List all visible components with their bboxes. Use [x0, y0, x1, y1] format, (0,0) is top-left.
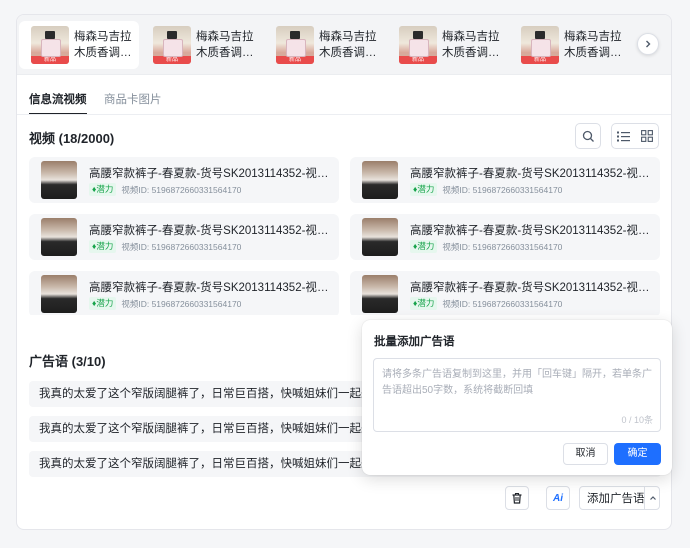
product-thumbnail: 新品 [521, 26, 559, 64]
video-thumbnail [41, 218, 77, 256]
trash-icon [512, 492, 522, 504]
product-tag: 新品 [399, 56, 437, 64]
product-name: 梅森马吉拉 木质香调… [74, 31, 132, 59]
ai-generate-button[interactable]: Ai [546, 486, 570, 510]
video-card[interactable]: 高腰窄款裤子-春夏款-货号SK2013114352-视频1-女装 ♦潜力视频ID… [29, 214, 339, 260]
search-button[interactable] [575, 123, 601, 149]
product-tag: 新品 [276, 56, 314, 64]
product-thumbnail: 新品 [153, 26, 191, 64]
chevron-right-icon [646, 40, 651, 48]
product-tag: 新品 [31, 56, 69, 64]
tabs-divider [17, 114, 671, 115]
add-ad-copy-button[interactable]: 添加广告语 [579, 486, 660, 510]
video-id: 视频ID: 5196872660331564170 [442, 241, 563, 252]
video-title: 高腰窄款裤子-春夏款-货号SK2013114352-视频1-女装 [410, 282, 654, 294]
ai-icon: Ai [553, 492, 563, 504]
tab-product-card-image[interactable]: 商品卡图片 [104, 91, 162, 107]
video-title: 高腰窄款裤子-春夏款-货号SK2013114352-视频1-女装 [410, 168, 654, 180]
product-item[interactable]: 新品 梅森马吉拉 木质香调… [141, 21, 261, 69]
confirm-button[interactable]: 确定 [614, 443, 661, 465]
product-name: 梅森马吉拉 木质香调… [319, 31, 377, 59]
batch-ad-copy-placeholder: 请将多条广告语复制到这里，并用「回车键」隔开，若单条广告语超出50字数，系统将截… [382, 369, 652, 396]
product-strip: 新品 梅森马吉拉 木质香调… 新品 梅森马吉拉 木质香调… 新品 梅森马吉拉 木质香调… [17, 15, 671, 75]
video-card[interactable]: 高腰窄款裤子-春夏款-货号SK2013114352-视频1-女装 ♦潜力视频ID… [350, 157, 660, 203]
char-counter: 0 / 10条 [621, 415, 653, 425]
video-title: 高腰窄款裤子-春夏款-货号SK2013114352-视频1-女装 [89, 282, 333, 294]
product-thumbnail: 新品 [31, 26, 69, 64]
potential-badge: ♦潜力 [89, 240, 117, 253]
product-name: 梅森马吉拉 木质香调… [442, 31, 500, 59]
video-title: 高腰窄款裤子-春夏款-货号SK2013114352-视频1-女装 [410, 225, 654, 237]
product-name: 梅森马吉拉 木质香调… [564, 31, 622, 59]
video-id: 视频ID: 5196872660331564170 [442, 184, 563, 195]
chevron-up-icon [649, 496, 656, 500]
search-icon [582, 130, 594, 142]
video-thumbnail [362, 161, 398, 199]
grid-view-button[interactable] [635, 124, 658, 148]
popover-title: 批量添加广告语 [374, 336, 455, 348]
product-thumbnail: 新品 [276, 26, 314, 64]
video-title: 高腰窄款裤子-春夏款-货号SK2013114352-视频1-女装 [89, 168, 333, 180]
product-name: 梅森马吉拉 木质香调… [196, 31, 254, 59]
videos-section-title: 视频 (18/2000) [29, 131, 115, 146]
video-id: 视频ID: 5196872660331564170 [121, 184, 242, 195]
cancel-button[interactable]: 取消 [563, 443, 608, 465]
product-item[interactable]: 新品 梅森马吉拉 木质香调… [509, 21, 629, 69]
video-thumbnail [362, 275, 398, 313]
add-ad-copy-dropdown[interactable] [644, 487, 660, 509]
video-thumbnail [362, 218, 398, 256]
add-ad-copy-label: 添加广告语 [587, 493, 645, 505]
product-item[interactable]: 新品 梅森马吉拉 木质香调… [387, 21, 507, 69]
video-title: 高腰窄款裤子-春夏款-货号SK2013114352-视频1-女装 [89, 225, 333, 237]
next-products-button[interactable] [637, 33, 659, 55]
video-card[interactable]: 高腰窄款裤子-春夏款-货号SK2013114352-视频1-女装 ♦潜力视频ID… [29, 157, 339, 203]
list-view-button[interactable] [612, 124, 635, 148]
view-toggle [611, 123, 659, 149]
video-thumbnail [41, 161, 77, 199]
potential-badge: ♦潜力 [410, 297, 438, 310]
product-tag: 新品 [153, 56, 191, 64]
potential-badge: ♦潜力 [89, 297, 117, 310]
product-item[interactable]: 新品 梅森马吉拉 木质香调… [19, 21, 139, 69]
potential-badge: ♦潜力 [410, 183, 438, 196]
tab-feed-video[interactable]: 信息流视频 [29, 91, 87, 115]
product-tag: 新品 [521, 56, 559, 64]
batch-ad-copy-input[interactable]: 请将多条广告语复制到这里，并用「回车键」隔开，若单条广告语超出50字数，系统将截… [373, 358, 661, 432]
product-thumbnail: 新品 [399, 26, 437, 64]
video-id: 视频ID: 5196872660331564170 [442, 298, 563, 309]
video-card[interactable]: 高腰窄款裤子-春夏款-货号SK2013114352-视频1-女装 ♦潜力视频ID… [29, 271, 339, 317]
video-id: 视频ID: 5196872660331564170 [121, 298, 242, 309]
potential-badge: ♦潜力 [89, 183, 117, 196]
video-id: 视频ID: 5196872660331564170 [121, 241, 242, 252]
batch-add-popover: 批量添加广告语 请将多条广告语复制到这里，并用「回车键」隔开，若单条广告语超出5… [362, 320, 672, 475]
potential-badge: ♦潜力 [410, 240, 438, 253]
ads-section-title: 广告语 (3/10) [29, 354, 106, 369]
delete-button[interactable] [505, 486, 529, 510]
list-icon [617, 131, 630, 141]
grid-icon [640, 130, 653, 142]
video-thumbnail [41, 275, 77, 313]
video-card[interactable]: 高腰窄款裤子-春夏款-货号SK2013114352-视频1-女装 ♦潜力视频ID… [350, 214, 660, 260]
video-card[interactable]: 高腰窄款裤子-春夏款-货号SK2013114352-视频1-女装 ♦潜力视频ID… [350, 271, 660, 317]
product-item[interactable]: 新品 梅森马吉拉 木质香调… [264, 21, 384, 69]
